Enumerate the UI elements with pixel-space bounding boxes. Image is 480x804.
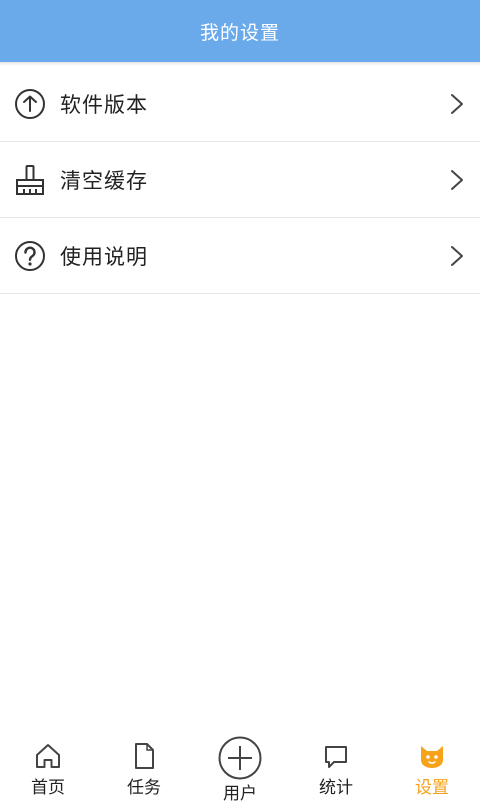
arrow-up-circle-icon: [15, 88, 45, 119]
chat-bubble-icon: [325, 746, 347, 768]
chevron-right-icon: [451, 169, 463, 190]
settings-item-software-version[interactable]: 软件版本: [0, 66, 480, 142]
tab-label: 首页: [31, 778, 65, 798]
page-title: 我的设置: [199, 21, 280, 44]
cat-icon: [421, 746, 443, 768]
settings-item-label: 使用说明: [60, 244, 148, 269]
chevron-right-icon: [451, 245, 463, 266]
settings-item-clear-cache[interactable]: 清空缓存: [0, 142, 480, 218]
tab-tasks[interactable]: 任务: [96, 728, 192, 800]
tab-label: 设置: [415, 778, 449, 798]
settings-item-label: 清空缓存: [60, 168, 148, 193]
tab-label: 任务: [127, 778, 161, 798]
chevron-right-icon: [451, 93, 463, 114]
app-header: 我的设置: [0, 0, 480, 62]
brush-icon: [16, 164, 44, 195]
tab-label: 用户: [223, 784, 257, 804]
tab-statistics[interactable]: 统计: [288, 728, 384, 800]
settings-item-instructions[interactable]: 使用说明: [0, 218, 480, 294]
document-icon: [135, 743, 154, 769]
tab-settings[interactable]: 设置: [384, 728, 480, 800]
tab-home[interactable]: 首页: [0, 728, 96, 800]
tab-label: 统计: [319, 778, 353, 798]
settings-list: 软件版本 清空缓存 使用说明: [0, 66, 480, 294]
bottom-tab-bar: 首页 任务 用户 统计 设置: [0, 728, 480, 804]
tab-user[interactable]: 用户: [192, 728, 288, 804]
home-icon: [36, 744, 60, 768]
question-circle-icon: [15, 240, 45, 271]
plus-circle-icon: [218, 736, 262, 780]
settings-item-label: 软件版本: [60, 92, 148, 117]
